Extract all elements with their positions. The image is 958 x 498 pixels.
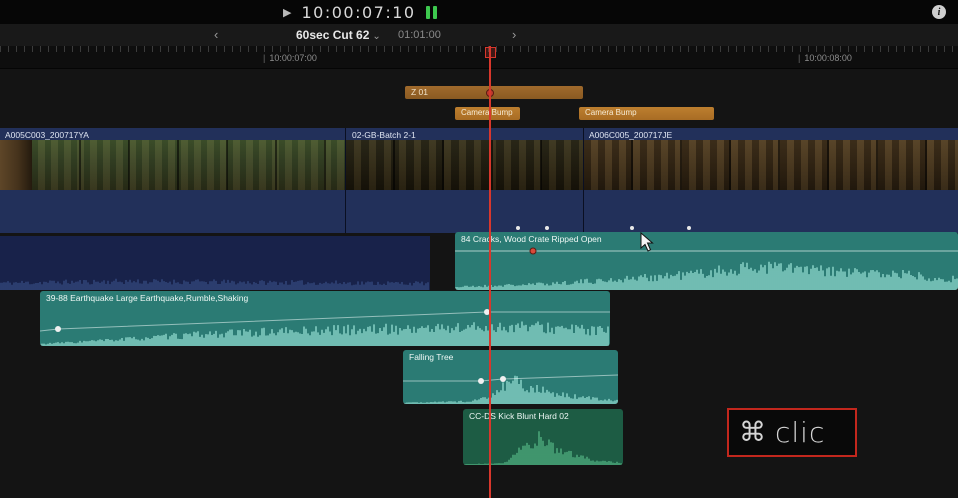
- keyframe-dot[interactable]: [516, 226, 520, 230]
- keyframe-dot[interactable]: [545, 226, 549, 230]
- play-icon[interactable]: ▶: [283, 6, 291, 19]
- clip-camera-bump-2[interactable]: Camera Bump: [579, 107, 714, 120]
- ruler-timecode-label: |10:00:08:00: [798, 53, 852, 63]
- clip-name: Camera Bump: [461, 108, 513, 117]
- info-icon[interactable]: i: [932, 5, 946, 19]
- video-clip-name: A005C003_200717YA: [5, 130, 89, 140]
- video-track[interactable]: A005C003_200717YA 02-GB-Batch 2-1 A006C0…: [0, 128, 958, 233]
- video-clip-name: A006C005_200717JE: [589, 130, 672, 140]
- clip-name: Z 01: [411, 87, 428, 97]
- chevron-down-icon: ⌄: [372, 31, 380, 42]
- playhead[interactable]: [489, 46, 491, 498]
- pause-icon: [426, 6, 437, 19]
- ruler-tick: |: [263, 53, 265, 63]
- video-thumbnail: [346, 140, 583, 190]
- keyframe-dot[interactable]: [687, 226, 691, 230]
- ruler-tick: |: [798, 53, 800, 63]
- audio-clip-kick[interactable]: CC-DS Kick Blunt Hard 02: [463, 409, 623, 465]
- audio-waveform: [40, 308, 610, 346]
- clip-name: 84 Cracks, Wood Crate Ripped Open: [461, 234, 602, 244]
- command-key-icon: ⌘: [739, 417, 766, 448]
- mouse-cursor-icon: [640, 232, 654, 252]
- audio-waveform: [0, 256, 430, 290]
- audio-clip-earthquake[interactable]: 39-88 Earthquake Large Earthquake,Rumble…: [40, 291, 610, 346]
- previous-project-button[interactable]: ‹: [214, 27, 218, 42]
- keyframe-dot[interactable]: [630, 226, 634, 230]
- audio-waveform: [403, 366, 618, 404]
- clip-name: 39-88 Earthquake Large Earthquake,Rumble…: [46, 293, 248, 303]
- video-thumbnail-strip: [0, 140, 958, 190]
- video-thumbnail: [0, 140, 33, 190]
- audio-waveform: [463, 425, 623, 465]
- playhead-handle[interactable]: [485, 47, 496, 58]
- clip-edge[interactable]: [345, 128, 346, 233]
- project-duration: 01:01:00: [398, 29, 441, 41]
- clip-edge[interactable]: [583, 128, 584, 233]
- fcpx-timeline-window: ▶ 10:00:07:10 i ‹ 60sec Cut 62⌄ 01:01:00…: [0, 0, 958, 498]
- project-name-label: 60sec Cut 62: [296, 28, 369, 42]
- project-nav-bar: ‹ 60sec Cut 62⌄ 01:01:00 ›: [0, 24, 958, 47]
- clip-z01[interactable]: Z 01: [405, 86, 583, 99]
- timeline-ruler[interactable]: |10:00:07:00 |10:00:08:00: [0, 46, 958, 69]
- shortcut-text: clic: [775, 416, 825, 449]
- clip-name: CC-DS Kick Blunt Hard 02: [469, 411, 569, 421]
- clip-camera-bump-1[interactable]: Camera Bump: [455, 107, 520, 120]
- current-timecode: 10:00:07:10: [301, 3, 415, 22]
- clip-name: Falling Tree: [409, 352, 453, 362]
- video-thumbnail: [32, 140, 345, 190]
- timecode-group: ▶ 10:00:07:10: [283, 0, 437, 24]
- clip-name: Camera Bump: [585, 108, 637, 117]
- header-bar: ▶ 10:00:07:10 i: [0, 0, 958, 25]
- video-thumbnail: [584, 140, 958, 190]
- audio-clip-embedded[interactable]: [0, 236, 430, 290]
- next-project-button[interactable]: ›: [512, 27, 516, 42]
- ruler-timecode-label: |10:00:07:00: [263, 53, 317, 63]
- audio-waveform: [455, 250, 958, 290]
- video-clip-name: 02-GB-Batch 2-1: [352, 130, 416, 140]
- shortcut-overlay: ⌘ clic: [727, 408, 857, 457]
- project-name-dropdown[interactable]: 60sec Cut 62⌄: [296, 28, 381, 42]
- audio-clip-cracks[interactable]: 84 Cracks, Wood Crate Ripped Open: [455, 232, 958, 290]
- audio-clip-falling-tree[interactable]: Falling Tree: [403, 350, 618, 404]
